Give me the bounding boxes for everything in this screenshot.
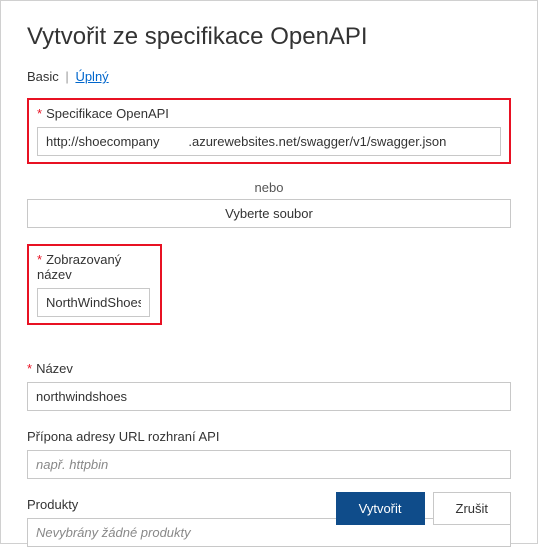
tabs-row: Basic | Úplný (27, 69, 511, 84)
page-title: Vytvořit ze specifikace OpenAPI (27, 23, 511, 51)
spec-input[interactable] (37, 127, 501, 156)
name-input[interactable] (27, 382, 511, 411)
create-button[interactable]: Vytvořit (336, 492, 425, 525)
name-group: * Název (27, 361, 511, 411)
display-name-group: *Zobrazovaný název (27, 244, 511, 343)
tab-separator: | (65, 69, 68, 84)
url-suffix-input[interactable] (27, 450, 511, 479)
spec-label: * Specifikace OpenAPI (37, 106, 501, 121)
tab-basic[interactable]: Basic (27, 69, 59, 84)
required-mark: * (37, 252, 42, 267)
tab-full[interactable]: Úplný (75, 69, 108, 84)
name-label-text: Název (36, 361, 73, 376)
display-name-label-text: Zobrazovaný název (37, 252, 121, 282)
required-mark: * (27, 361, 32, 376)
name-label: * Název (27, 361, 511, 376)
spec-label-text: Specifikace OpenAPI (46, 106, 169, 121)
required-mark: * (37, 106, 42, 121)
highlight-spec-block: * Specifikace OpenAPI (27, 98, 511, 164)
cancel-button[interactable]: Zrušit (433, 492, 512, 525)
url-suffix-label: Přípona adresy URL rozhraní API (27, 429, 511, 444)
display-name-input[interactable] (37, 288, 150, 317)
or-text: nebo (27, 180, 511, 195)
display-name-label: *Zobrazovaný název (37, 252, 152, 282)
footer-buttons: Vytvořit Zrušit (336, 492, 511, 525)
select-file-button[interactable]: Vyberte soubor (27, 199, 511, 228)
url-suffix-group: Přípona adresy URL rozhraní API (27, 429, 511, 479)
highlight-display-name-block: *Zobrazovaný název (27, 244, 162, 325)
